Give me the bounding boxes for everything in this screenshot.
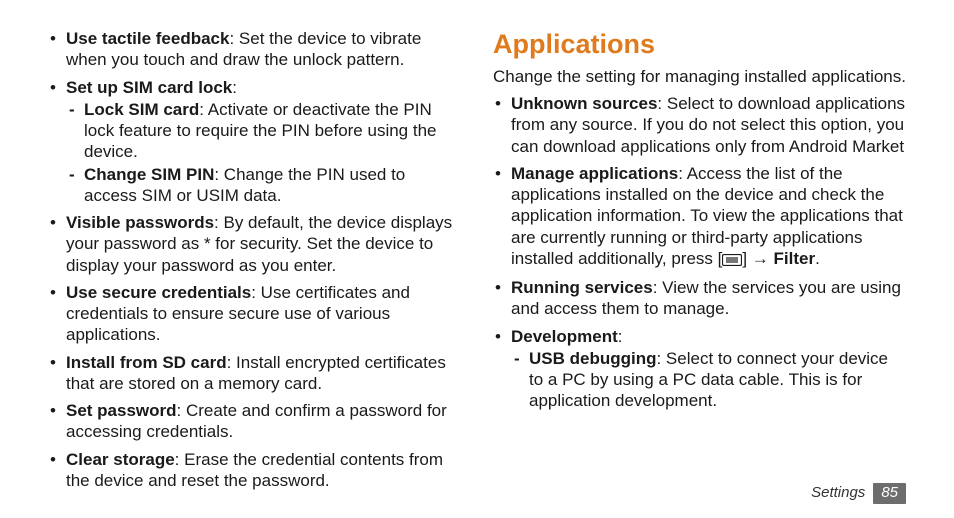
item-sim-card-lock: Set up SIM card lock: Lock SIM card: Act… [48,77,461,207]
term: Lock SIM card [84,100,199,119]
desc-post: . [815,249,820,268]
term: Manage applications [511,164,678,183]
item-install-sd: Install from SD card: Install encrypted … [48,352,461,395]
term: Unknown sources [511,94,657,113]
item-clear-storage: Clear storage: Erase the credential cont… [48,449,461,492]
development-sub-list: USB debugging: Select to connect your de… [511,348,906,412]
sub-change-pin: Change SIM PIN: Change the PIN used to a… [66,164,461,207]
term: Running services [511,278,653,297]
term: Install from SD card [66,353,227,372]
applications-heading: Applications [493,28,906,62]
filter-label: Filter [774,249,816,268]
sim-sub-list: Lock SIM card: Activate or deactivate th… [66,99,461,206]
applications-intro: Change the setting for managing installe… [493,66,906,87]
term: Set password [66,401,177,420]
term: Visible passwords [66,213,214,232]
item-manage-applications: Manage applications: Access the list of … [493,163,906,271]
right-column: Applications Change the setting for mana… [493,28,906,497]
right-bullet-list: Unknown sources: Select to download appl… [493,93,906,412]
term: Development [511,327,618,346]
left-column: Use tactile feedback: Set the device to … [48,28,461,497]
manual-page: Use tactile feedback: Set the device to … [0,0,954,518]
item-running-services: Running services: View the services you … [493,277,906,320]
left-bullet-list: Use tactile feedback: Set the device to … [48,28,461,491]
sub-usb-debugging: USB debugging: Select to connect your de… [511,348,906,412]
item-development: Development: USB debugging: Select to co… [493,326,906,412]
item-tactile-feedback: Use tactile feedback: Set the device to … [48,28,461,71]
term: Use tactile feedback [66,29,229,48]
footer-section-name: Settings [811,484,865,503]
term: Clear storage [66,450,175,469]
term: USB debugging [529,349,656,368]
page-footer: Settings 85 [811,483,906,504]
desc: : [232,78,237,97]
item-visible-passwords: Visible passwords: By default, the devic… [48,212,461,276]
item-set-password: Set password: Create and confirm a passw… [48,400,461,443]
two-column-layout: Use tactile feedback: Set the device to … [48,28,906,497]
item-unknown-sources: Unknown sources: Select to download appl… [493,93,906,157]
sub-lock-sim: Lock SIM card: Activate or deactivate th… [66,99,461,163]
desc: : [618,327,623,346]
desc-mid: ] → [742,249,773,268]
footer-page-number: 85 [873,483,906,504]
term: Use secure credentials [66,283,251,302]
term: Set up SIM card lock [66,78,232,97]
menu-key-icon [722,250,742,271]
term: Change SIM PIN [84,165,214,184]
item-secure-credentials: Use secure credentials: Use certificates… [48,282,461,346]
